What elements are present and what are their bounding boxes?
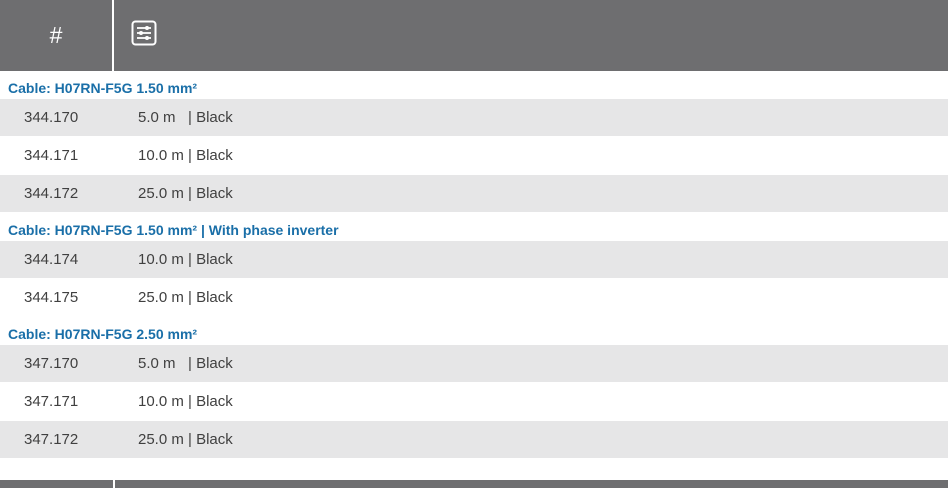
article-code: 344.174 [24,251,79,268]
article-description: 25.0 m | Black [138,185,233,202]
table-row[interactable]: 344.171 10.0 m | Black [0,137,948,175]
article-description: 10.0 m | Black [138,393,233,410]
article-code: 347.170 [24,355,79,372]
product-table: Cable: H07RN-F5G 1.50 mm² 344.170 5.0 m … [0,71,948,459]
sliders-icon [131,20,157,51]
footer-divider [113,480,115,488]
table-row[interactable]: 347.171 10.0 m | Black [0,383,948,421]
table-row[interactable]: 347.170 5.0 m | Black [0,345,948,383]
article-description: 5.0 m | Black [138,109,233,126]
table-footer [0,480,948,488]
table-row[interactable]: 344.175 25.0 m | Black [0,279,948,317]
article-description: 10.0 m | Black [138,147,233,164]
table-header: # [0,0,948,71]
article-code: 344.175 [24,289,79,306]
table-row[interactable]: 344.174 10.0 m | Black [0,241,948,279]
article-description: 5.0 m | Black [138,355,233,372]
article-code: 344.171 [24,147,79,164]
article-code: 344.172 [24,185,79,202]
group-title: Cable: H07RN-F5G 1.50 mm² | With phase i… [8,222,339,238]
number-column-header: # [0,0,114,71]
article-code: 344.170 [24,109,79,126]
article-code: 347.171 [24,393,79,410]
group-title: Cable: H07RN-F5G 1.50 mm² [8,80,198,96]
table-row[interactable]: 347.172 25.0 m | Black [0,421,948,459]
article-description: 25.0 m | Black [138,431,233,448]
table-row[interactable]: 344.170 5.0 m | Black [0,99,948,137]
article-description: 10.0 m | Black [138,251,233,268]
table-row[interactable]: 344.172 25.0 m | Black [0,175,948,213]
group-title: Cable: H07RN-F5G 2.50 mm² [8,326,198,342]
article-code: 347.172 [24,431,79,448]
filter-button[interactable] [114,0,174,71]
article-description: 25.0 m | Black [138,289,233,306]
